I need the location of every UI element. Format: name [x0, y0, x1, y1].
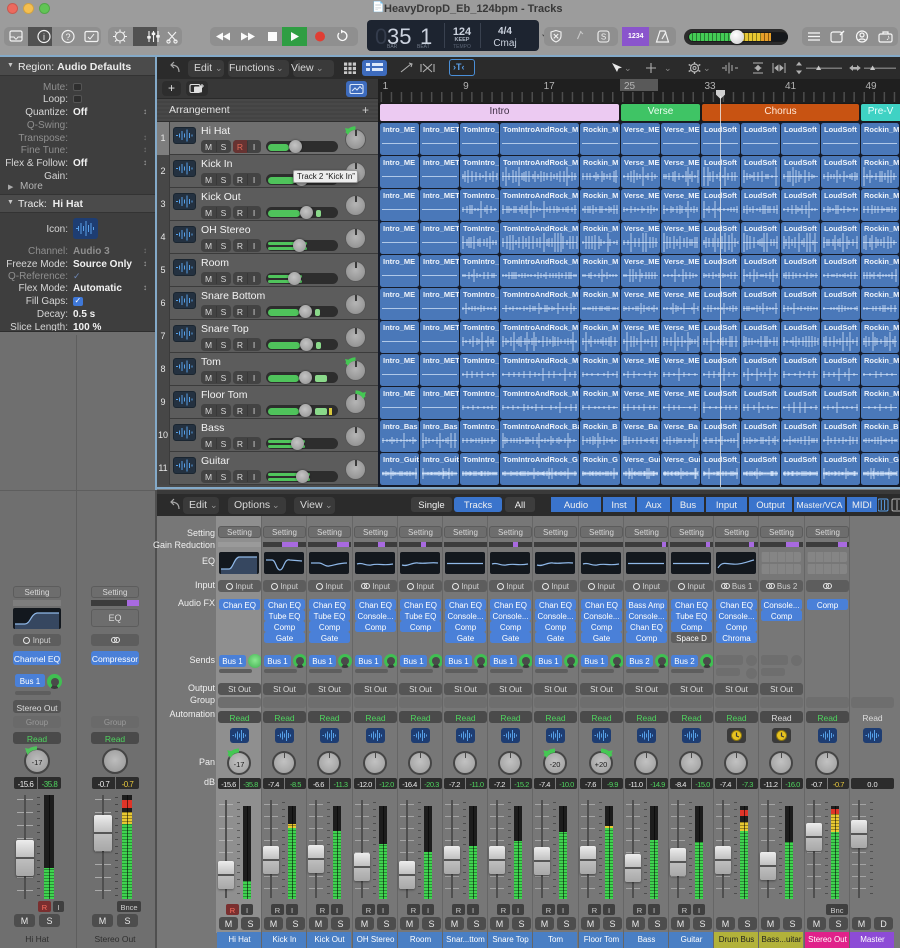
svg-text:♪: ♪: [886, 33, 890, 42]
svg-text:?: ?: [65, 32, 70, 42]
svg-text:1: 1: [383, 81, 389, 92]
svg-text:17: 17: [544, 81, 556, 92]
svg-text:33: 33: [705, 81, 717, 92]
svg-text:25: 25: [624, 81, 636, 92]
svg-text:9: 9: [463, 81, 469, 92]
svg-text:41: 41: [785, 81, 797, 92]
svg-text:i: i: [43, 32, 45, 42]
svg-text:49: 49: [866, 81, 878, 92]
svg-text:S: S: [601, 33, 606, 42]
